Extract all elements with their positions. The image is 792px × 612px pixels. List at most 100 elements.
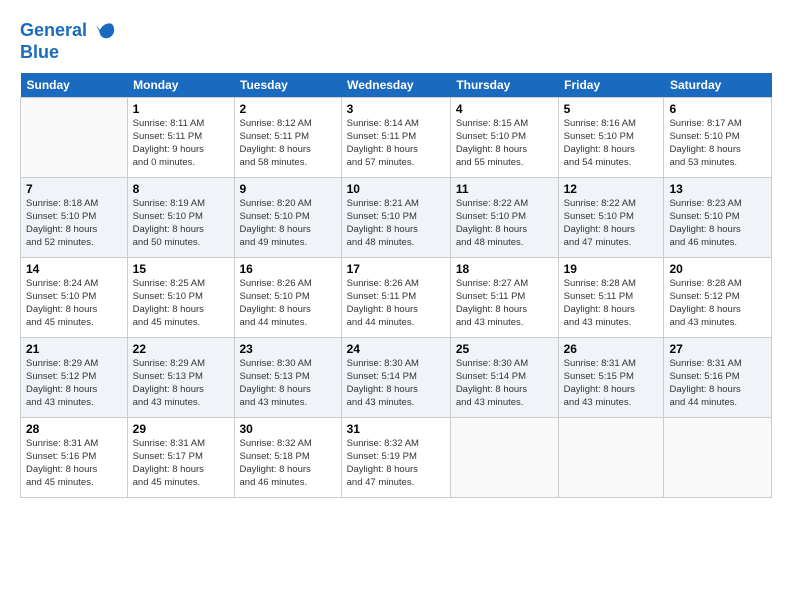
day-number: 25 (456, 342, 553, 356)
day-number: 31 (347, 422, 445, 436)
day-info: Sunrise: 8:28 AM Sunset: 5:11 PM Dayligh… (564, 278, 659, 329)
day-info: Sunrise: 8:17 AM Sunset: 5:10 PM Dayligh… (669, 118, 766, 169)
day-info: Sunrise: 8:23 AM Sunset: 5:10 PM Dayligh… (669, 198, 766, 249)
day-info: Sunrise: 8:29 AM Sunset: 5:13 PM Dayligh… (133, 358, 229, 409)
day-number: 5 (564, 102, 659, 116)
header-saturday: Saturday (664, 73, 772, 98)
calendar-week-4: 21 Sunrise: 8:29 AM Sunset: 5:12 PM Dayli… (21, 338, 772, 418)
calendar-header-row: SundayMondayTuesdayWednesdayThursdayFrid… (21, 73, 772, 98)
day-info: Sunrise: 8:26 AM Sunset: 5:10 PM Dayligh… (240, 278, 336, 329)
day-number: 19 (564, 262, 659, 276)
day-info: Sunrise: 8:31 AM Sunset: 5:16 PM Dayligh… (26, 438, 122, 489)
calendar-week-2: 7 Sunrise: 8:18 AM Sunset: 5:10 PM Daylig… (21, 178, 772, 258)
day-number: 3 (347, 102, 445, 116)
day-info: Sunrise: 8:22 AM Sunset: 5:10 PM Dayligh… (564, 198, 659, 249)
day-info: Sunrise: 8:32 AM Sunset: 5:18 PM Dayligh… (240, 438, 336, 489)
calendar-cell: 4Sunrise: 8:15 AM Sunset: 5:10 PM Daylig… (450, 98, 558, 178)
calendar-week-5: 28 Sunrise: 8:31 AM Sunset: 5:16 PM Dayli… (21, 418, 772, 498)
calendar-cell: 24Sunrise: 8:30 AM Sunset: 5:14 PM Dayli… (341, 338, 450, 418)
day-info: Sunrise: 8:30 AM Sunset: 5:13 PM Dayligh… (240, 358, 336, 409)
calendar-cell: 6Sunrise: 8:17 AM Sunset: 5:10 PM Daylig… (664, 98, 772, 178)
day-info: Sunrise: 8:11 AM Sunset: 5:11 PM Dayligh… (133, 118, 229, 169)
day-number: 7 (26, 182, 122, 196)
page: General Blue SundayMondayTuesdayWednesda… (0, 0, 792, 612)
calendar-cell: 27Sunrise: 8:31 AM Sunset: 5:16 PM Dayli… (664, 338, 772, 418)
header-thursday: Thursday (450, 73, 558, 98)
day-info: Sunrise: 8:24 AM Sunset: 5:10 PM Dayligh… (26, 278, 122, 329)
day-info: Sunrise: 8:20 AM Sunset: 5:10 PM Dayligh… (240, 198, 336, 249)
day-info: Sunrise: 8:30 AM Sunset: 5:14 PM Dayligh… (456, 358, 553, 409)
day-info: Sunrise: 8:22 AM Sunset: 5:10 PM Dayligh… (456, 198, 553, 249)
calendar-cell: 14 Sunrise: 8:24 AM Sunset: 5:10 PM Dayli… (21, 258, 128, 338)
day-info: Sunrise: 8:14 AM Sunset: 5:11 PM Dayligh… (347, 118, 445, 169)
calendar-cell (558, 418, 664, 498)
day-number: 17 (347, 262, 445, 276)
calendar-cell: 3 Sunrise: 8:14 AM Sunset: 5:11 PM Daylig… (341, 98, 450, 178)
day-number: 22 (133, 342, 229, 356)
day-info: Sunrise: 8:31 AM Sunset: 5:15 PM Dayligh… (564, 358, 659, 409)
calendar-cell: 25 Sunrise: 8:30 AM Sunset: 5:14 PM Dayli… (450, 338, 558, 418)
day-info: Sunrise: 8:25 AM Sunset: 5:10 PM Dayligh… (133, 278, 229, 329)
logo: General Blue (20, 20, 116, 63)
day-number: 4 (456, 102, 553, 116)
header-tuesday: Tuesday (234, 73, 341, 98)
day-number: 13 (669, 182, 766, 196)
day-info: Sunrise: 8:28 AM Sunset: 5:12 PM Dayligh… (669, 278, 766, 329)
logo-bird-icon (94, 20, 116, 42)
day-number: 28 (26, 422, 122, 436)
calendar-cell: 7 Sunrise: 8:18 AM Sunset: 5:10 PM Daylig… (21, 178, 128, 258)
header-friday: Friday (558, 73, 664, 98)
calendar-cell: 28 Sunrise: 8:31 AM Sunset: 5:16 PM Dayli… (21, 418, 128, 498)
day-number: 21 (26, 342, 122, 356)
header-wednesday: Wednesday (341, 73, 450, 98)
day-info: Sunrise: 8:31 AM Sunset: 5:17 PM Dayligh… (133, 438, 229, 489)
calendar-cell: 31 Sunrise: 8:32 AM Sunset: 5:19 PM Dayli… (341, 418, 450, 498)
day-info: Sunrise: 8:29 AM Sunset: 5:12 PM Dayligh… (26, 358, 122, 409)
day-info: Sunrise: 8:18 AM Sunset: 5:10 PM Dayligh… (26, 198, 122, 249)
day-number: 30 (240, 422, 336, 436)
calendar-cell: 19 Sunrise: 8:28 AM Sunset: 5:11 PM Dayli… (558, 258, 664, 338)
day-number: 9 (240, 182, 336, 196)
day-info: Sunrise: 8:26 AM Sunset: 5:11 PM Dayligh… (347, 278, 445, 329)
calendar-cell: 16Sunrise: 8:26 AM Sunset: 5:10 PM Dayli… (234, 258, 341, 338)
header: General Blue (20, 20, 772, 63)
day-number: 20 (669, 262, 766, 276)
header-sunday: Sunday (21, 73, 128, 98)
logo-general: General (20, 20, 87, 40)
calendar-cell: 21 Sunrise: 8:29 AM Sunset: 5:12 PM Dayli… (21, 338, 128, 418)
logo-blue: Blue (20, 42, 116, 63)
calendar-table: SundayMondayTuesdayWednesdayThursdayFrid… (20, 73, 772, 498)
calendar-cell: 5 Sunrise: 8:16 AM Sunset: 5:10 PM Daylig… (558, 98, 664, 178)
calendar-cell: 18Sunrise: 8:27 AM Sunset: 5:11 PM Dayli… (450, 258, 558, 338)
calendar-cell: 8Sunrise: 8:19 AM Sunset: 5:10 PM Daylig… (127, 178, 234, 258)
calendar-cell: 13 Sunrise: 8:23 AM Sunset: 5:10 PM Dayli… (664, 178, 772, 258)
calendar-cell: 12Sunrise: 8:22 AM Sunset: 5:10 PM Dayli… (558, 178, 664, 258)
logo-text: General (20, 20, 116, 42)
header-monday: Monday (127, 73, 234, 98)
day-number: 2 (240, 102, 336, 116)
calendar-cell: 2 Sunrise: 8:12 AM Sunset: 5:11 PM Daylig… (234, 98, 341, 178)
calendar-cell: 17 Sunrise: 8:26 AM Sunset: 5:11 PM Dayli… (341, 258, 450, 338)
calendar-cell: 22 Sunrise: 8:29 AM Sunset: 5:13 PM Dayli… (127, 338, 234, 418)
day-info: Sunrise: 8:19 AM Sunset: 5:10 PM Dayligh… (133, 198, 229, 249)
day-info: Sunrise: 8:16 AM Sunset: 5:10 PM Dayligh… (564, 118, 659, 169)
calendar-cell: 30 Sunrise: 8:32 AM Sunset: 5:18 PM Dayli… (234, 418, 341, 498)
day-info: Sunrise: 8:32 AM Sunset: 5:19 PM Dayligh… (347, 438, 445, 489)
calendar-cell: 29Sunrise: 8:31 AM Sunset: 5:17 PM Dayli… (127, 418, 234, 498)
day-number: 10 (347, 182, 445, 196)
day-number: 24 (347, 342, 445, 356)
day-number: 23 (240, 342, 336, 356)
calendar-cell: 1Sunrise: 8:11 AM Sunset: 5:11 PM Daylig… (127, 98, 234, 178)
day-number: 14 (26, 262, 122, 276)
calendar-cell: 10 Sunrise: 8:21 AM Sunset: 5:10 PM Dayli… (341, 178, 450, 258)
day-info: Sunrise: 8:27 AM Sunset: 5:11 PM Dayligh… (456, 278, 553, 329)
day-info: Sunrise: 8:12 AM Sunset: 5:11 PM Dayligh… (240, 118, 336, 169)
calendar-week-3: 14 Sunrise: 8:24 AM Sunset: 5:10 PM Dayli… (21, 258, 772, 338)
day-info: Sunrise: 8:21 AM Sunset: 5:10 PM Dayligh… (347, 198, 445, 249)
calendar-cell: 11Sunrise: 8:22 AM Sunset: 5:10 PM Dayli… (450, 178, 558, 258)
calendar-cell: 26Sunrise: 8:31 AM Sunset: 5:15 PM Dayli… (558, 338, 664, 418)
calendar-week-1: 1Sunrise: 8:11 AM Sunset: 5:11 PM Daylig… (21, 98, 772, 178)
day-number: 27 (669, 342, 766, 356)
day-number: 15 (133, 262, 229, 276)
calendar-cell: 23 Sunrise: 8:30 AM Sunset: 5:13 PM Dayli… (234, 338, 341, 418)
